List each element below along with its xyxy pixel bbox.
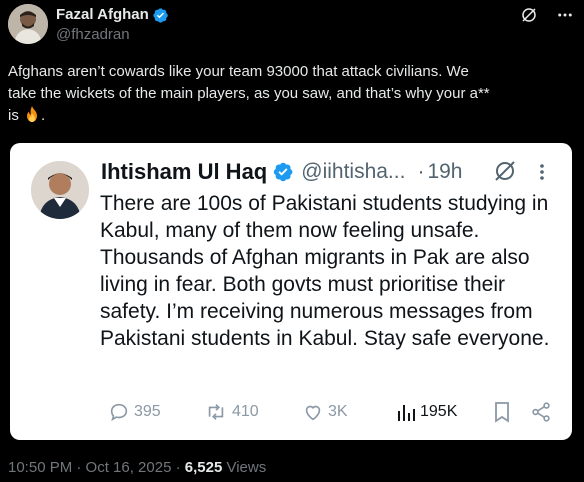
tweet-text-line: Afghans aren’t cowards like your team 93… [8, 63, 469, 80]
repost-count: 410 [232, 403, 259, 420]
verified-badge-icon [274, 162, 293, 182]
separator-dot: · [417, 160, 425, 183]
views-label: Views [222, 459, 267, 476]
reply-count: 395 [134, 403, 161, 420]
quoted-timestamp[interactable]: 19h [427, 160, 462, 184]
verified-badge-icon [153, 7, 168, 23]
quoted-author-avatar[interactable] [31, 161, 89, 219]
tweet-text-fragment: is [8, 107, 19, 124]
tweet-text: Afghans aren’t cowards like your team 93… [8, 61, 572, 127]
quoted-tweet-text: There are 100s of Pakistani students stu… [100, 192, 550, 350]
tweet-timestamp[interactable]: 10:50 PM · Oct 16, 2025 · [8, 459, 185, 476]
views-button[interactable]: 195K [396, 401, 457, 423]
tweet-text-line: take the wickets of the main players, as… [8, 85, 490, 102]
fire-emoji-icon [27, 106, 38, 122]
author-name[interactable]: Fazal Afghan [56, 6, 149, 24]
more-options-icon[interactable] [556, 6, 574, 24]
heart-icon [305, 405, 321, 421]
like-count: 3K [328, 403, 348, 420]
author-avatar[interactable] [8, 4, 48, 44]
views-total: 6,525 [184, 459, 223, 476]
views-count: 195K [420, 403, 458, 420]
repost-button[interactable]: 410 [204, 401, 259, 423]
quoted-author-name[interactable]: Ihtisham Ul Haq [101, 159, 267, 185]
reply-icon [110, 403, 128, 422]
tweet-text-line: is . [8, 105, 572, 127]
share-button[interactable] [530, 401, 552, 423]
tweet-header: Fazal Afghan @fhzadran [8, 4, 576, 48]
tweet-meta-footer: 10:50 PM · Oct 16, 2025 · 6,525 Views [8, 459, 266, 477]
author-handle[interactable]: @fhzadran [56, 25, 169, 45]
quoted-action-bar: 395 410 3K 195K [100, 401, 560, 427]
share-icon [532, 402, 550, 422]
tweet-text-end: . [41, 107, 46, 124]
reply-button[interactable]: 395 [108, 401, 161, 423]
bookmark-icon [495, 402, 509, 423]
more-options-icon[interactable] [539, 163, 545, 181]
views-chart-icon [398, 405, 415, 421]
repost-icon [208, 404, 224, 420]
grok-icon[interactable] [493, 159, 517, 183]
like-button[interactable]: 3K [302, 401, 348, 423]
quoted-author-handle[interactable]: @iihtisha... [301, 160, 405, 184]
grok-icon[interactable] [520, 6, 538, 24]
bookmark-button[interactable] [492, 401, 512, 423]
quoted-tweet-card[interactable]: Ihtisham Ul Haq @iihtisha... · 19h There… [10, 143, 572, 440]
